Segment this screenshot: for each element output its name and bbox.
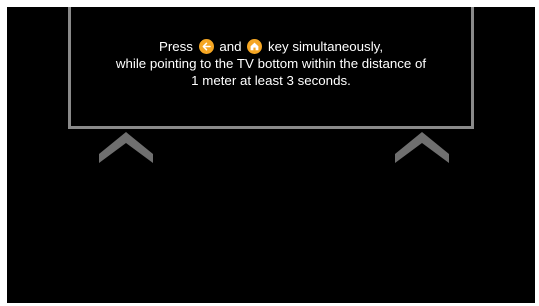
pairing-screen: Press and key simultaneously, while poin… [7,7,535,303]
instruction-line-2: while pointing to the TV bottom within t… [115,56,427,71]
instruction-and-text: and [219,39,242,54]
pairing-instruction: Press and key simultaneously, while poin… [71,38,471,89]
instruction-key-text: key simultaneously, [267,39,384,54]
home-icon [247,39,263,54]
tv-right-leg [395,132,449,163]
instruction-line-1: Press and key simultaneously, [71,38,471,55]
tv-left-leg [99,132,153,163]
back-arrow-icon [198,39,214,54]
instruction-press-text: Press [158,39,193,54]
instruction-line-3: 1 meter at least 3 seconds. [191,73,351,88]
tv-illustration-frame: Press and key simultaneously, while poin… [68,7,474,129]
